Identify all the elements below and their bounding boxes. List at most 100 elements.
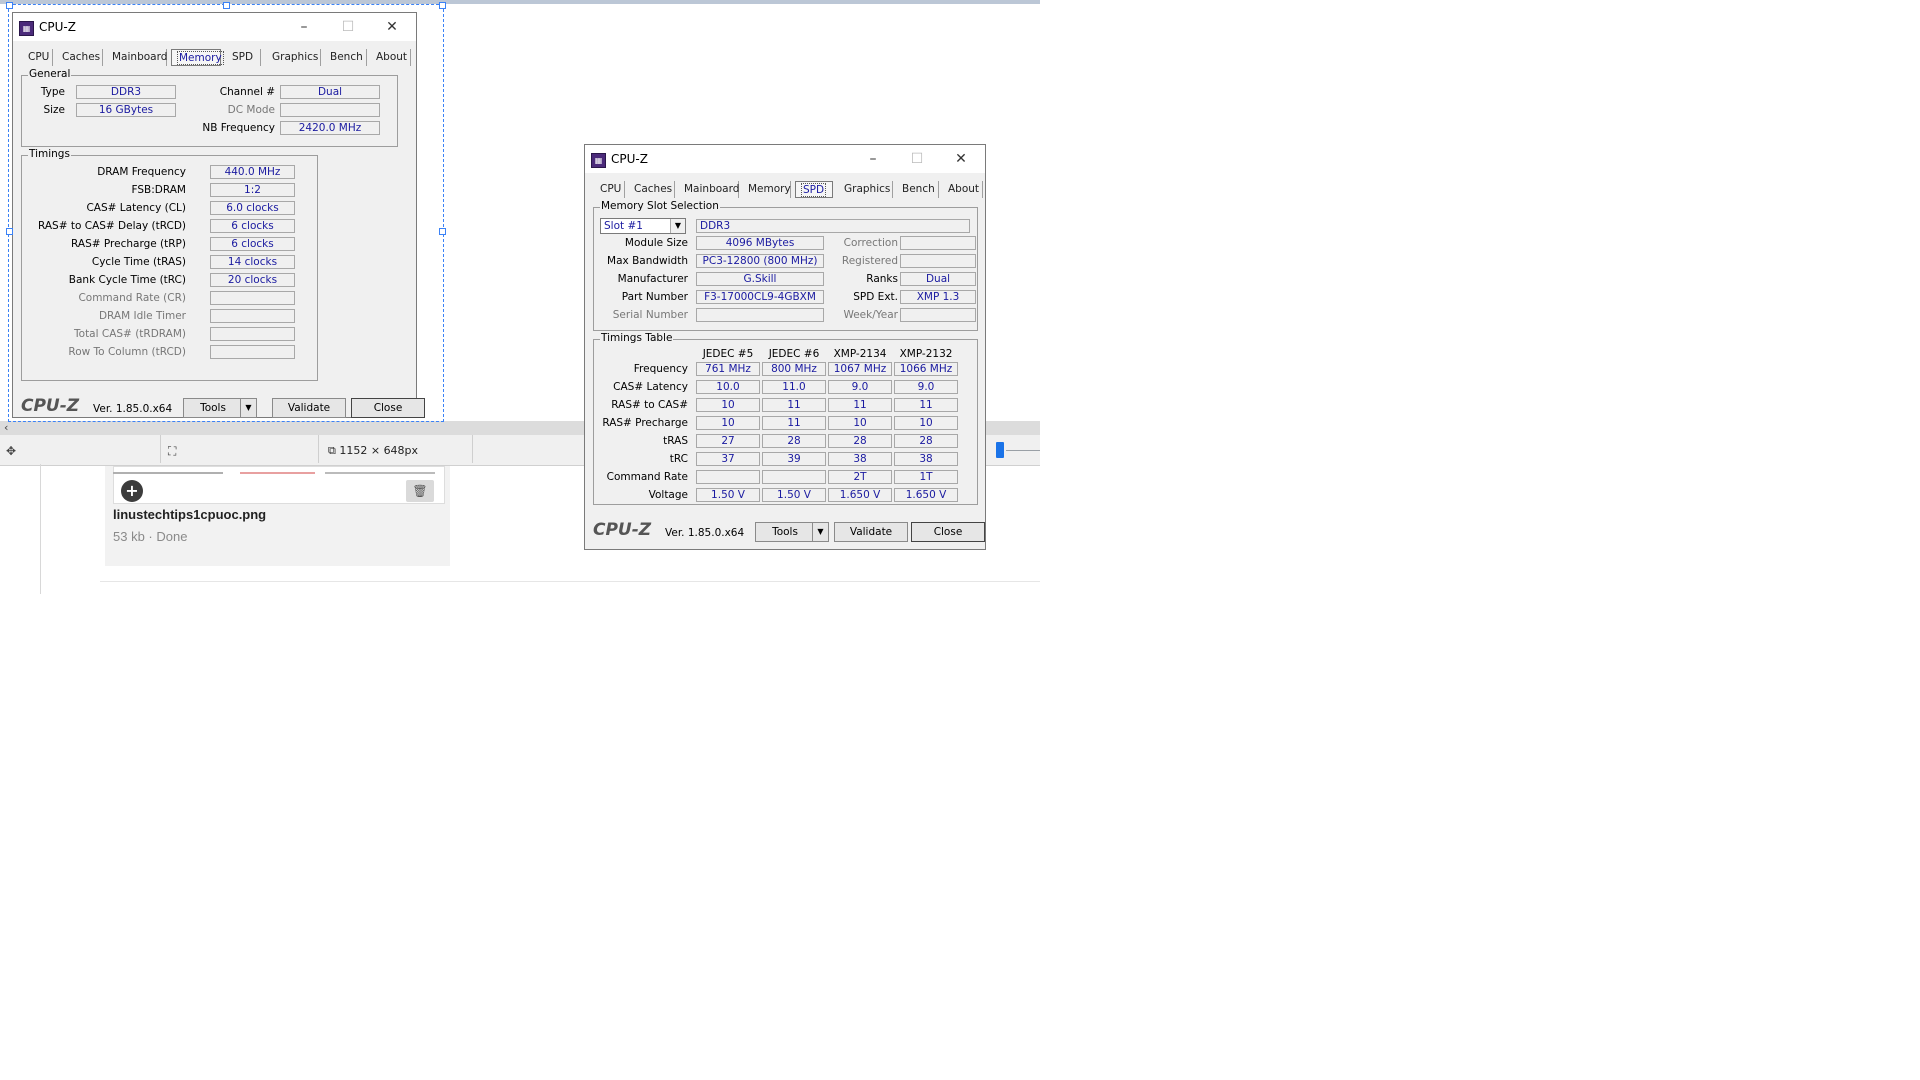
resize-icon: ⧉ <box>328 444 340 457</box>
slot-select[interactable]: Slot #1 ▼ <box>600 218 686 234</box>
chevron-down-icon[interactable]: ▼ <box>812 523 828 541</box>
column-header: XMP-2132 <box>899 348 953 360</box>
table-cell: 10 <box>894 416 958 430</box>
divider <box>100 581 1040 582</box>
resize-handle[interactable] <box>439 2 446 9</box>
cpuz-window-spd: ▦ CPU-Z – ☐ ✕ CPU Caches Mainboard Memor… <box>584 144 986 550</box>
table-cell: 37 <box>696 452 760 466</box>
registered-label: Registered <box>841 255 898 267</box>
table-cell: 11 <box>828 398 892 412</box>
file-status: 53 kb · Done <box>113 529 188 544</box>
scroll-left-icon[interactable]: ‹ <box>4 421 8 434</box>
group-label: Timings Table <box>600 332 674 344</box>
week-year-value <box>900 308 976 322</box>
part-number-label: Part Number <box>621 291 688 303</box>
table-cell: 1T <box>894 470 958 484</box>
resize-handle[interactable] <box>6 228 13 235</box>
table-cell: 38 <box>828 452 892 466</box>
close-button[interactable]: Close <box>911 522 985 542</box>
row-label: Voltage <box>648 489 688 501</box>
selection-frame[interactable] <box>8 4 444 422</box>
correction-value <box>900 236 976 250</box>
table-cell: 1.650 V <box>828 488 892 502</box>
page-divider <box>40 464 41 594</box>
module-size-value: 4096 MBytes <box>696 236 824 250</box>
toolbar-divider <box>318 435 319 463</box>
window-title: CPU-Z <box>611 152 648 166</box>
cpuz-app-icon: ▦ <box>591 153 606 168</box>
table-cell: 39 <box>762 452 826 466</box>
table-cell: 1.50 V <box>696 488 760 502</box>
row-label: tRAS <box>663 435 688 447</box>
table-cell: 761 MHz <box>696 362 760 376</box>
crop-icon[interactable]: ⛶ <box>168 444 176 459</box>
toolbar-divider <box>472 435 473 463</box>
tab-spd[interactable]: SPD <box>795 181 833 198</box>
table-cell: 1.50 V <box>762 488 826 502</box>
add-button[interactable]: + <box>121 480 143 502</box>
tab-cpu[interactable]: CPU <box>595 181 625 198</box>
title-bar: ▦ CPU-Z – ☐ ✕ <box>585 145 985 173</box>
serial-number-label: Serial Number <box>612 309 688 321</box>
row-label: CAS# Latency <box>613 381 688 393</box>
file-name: linustechtips1cpuoc.png <box>113 507 267 522</box>
table-cell: 10 <box>828 416 892 430</box>
trash-icon[interactable]: 🗑 <box>406 480 434 502</box>
row-label: Command Rate <box>606 471 688 483</box>
correction-label: Correction <box>843 237 898 249</box>
table-cell: 10 <box>696 398 760 412</box>
table-cell: 38 <box>894 452 958 466</box>
zoom-slider-track[interactable] <box>1006 450 1040 451</box>
part-number-value: F3-17000CL9-4GBXM <box>696 290 824 304</box>
table-cell: 11 <box>894 398 958 412</box>
tab-graphics[interactable]: Graphics <box>839 181 893 198</box>
table-cell: 1.650 V <box>894 488 958 502</box>
table-cell: 800 MHz <box>762 362 826 376</box>
tools-button[interactable]: Tools ▼ <box>755 522 829 542</box>
table-cell: 28 <box>894 434 958 448</box>
tab-caches[interactable]: Caches <box>629 181 675 198</box>
serial-number-value <box>696 308 824 322</box>
chevron-down-icon[interactable]: ▼ <box>670 219 685 233</box>
tab-memory[interactable]: Memory <box>743 181 791 198</box>
table-cell: 28 <box>828 434 892 448</box>
thumbnail-detail <box>325 472 435 474</box>
thumbnail-detail <box>240 472 315 474</box>
memory-slot-group: Memory Slot Selection Slot #1 ▼ DDR3 Mod… <box>593 200 978 331</box>
column-header: JEDEC #6 <box>768 348 820 360</box>
table-cell: 2T <box>828 470 892 484</box>
spd-ext-value: XMP 1.3 <box>900 290 976 304</box>
manufacturer-label: Manufacturer <box>617 273 688 285</box>
move-icon[interactable]: ✥ <box>6 444 16 458</box>
table-cell: 9.0 <box>828 380 892 394</box>
close-icon[interactable]: ✕ <box>939 148 983 170</box>
max-bandwidth-value: PC3-12800 (800 MHz) <box>696 254 824 268</box>
maximize-icon[interactable]: ☐ <box>895 148 939 170</box>
version-text: Ver. 1.85.0.x64 <box>665 527 745 539</box>
ranks-label: Ranks <box>866 273 898 285</box>
column-header: XMP-2134 <box>833 348 887 360</box>
table-cell: 10.0 <box>696 380 760 394</box>
image-dimensions: ⧉ 1152 × 648px <box>328 444 419 457</box>
thumbnail-detail <box>113 472 223 474</box>
minimize-icon[interactable]: – <box>851 148 895 170</box>
table-cell <box>696 470 760 484</box>
tab-mainboard[interactable]: Mainboard <box>679 181 739 198</box>
table-cell: 28 <box>762 434 826 448</box>
tab-bench[interactable]: Bench <box>897 181 939 198</box>
row-label: RAS# to CAS# <box>611 399 688 411</box>
resize-handle[interactable] <box>223 2 230 9</box>
cpuz-logo: CPU-Z <box>593 520 652 540</box>
resize-handle[interactable] <box>439 228 446 235</box>
slot-type-value: DDR3 <box>696 219 970 233</box>
tab-about[interactable]: About <box>943 181 983 198</box>
zoom-slider-thumb[interactable] <box>996 442 1004 458</box>
table-cell: 11.0 <box>762 380 826 394</box>
ranks-value: Dual <box>900 272 976 286</box>
table-cell: 11 <box>762 398 826 412</box>
table-cell: 10 <box>696 416 760 430</box>
spd-ext-label: SPD Ext. <box>853 291 898 303</box>
column-header: JEDEC #5 <box>702 348 754 360</box>
resize-handle[interactable] <box>6 2 13 9</box>
validate-button[interactable]: Validate <box>834 522 908 542</box>
